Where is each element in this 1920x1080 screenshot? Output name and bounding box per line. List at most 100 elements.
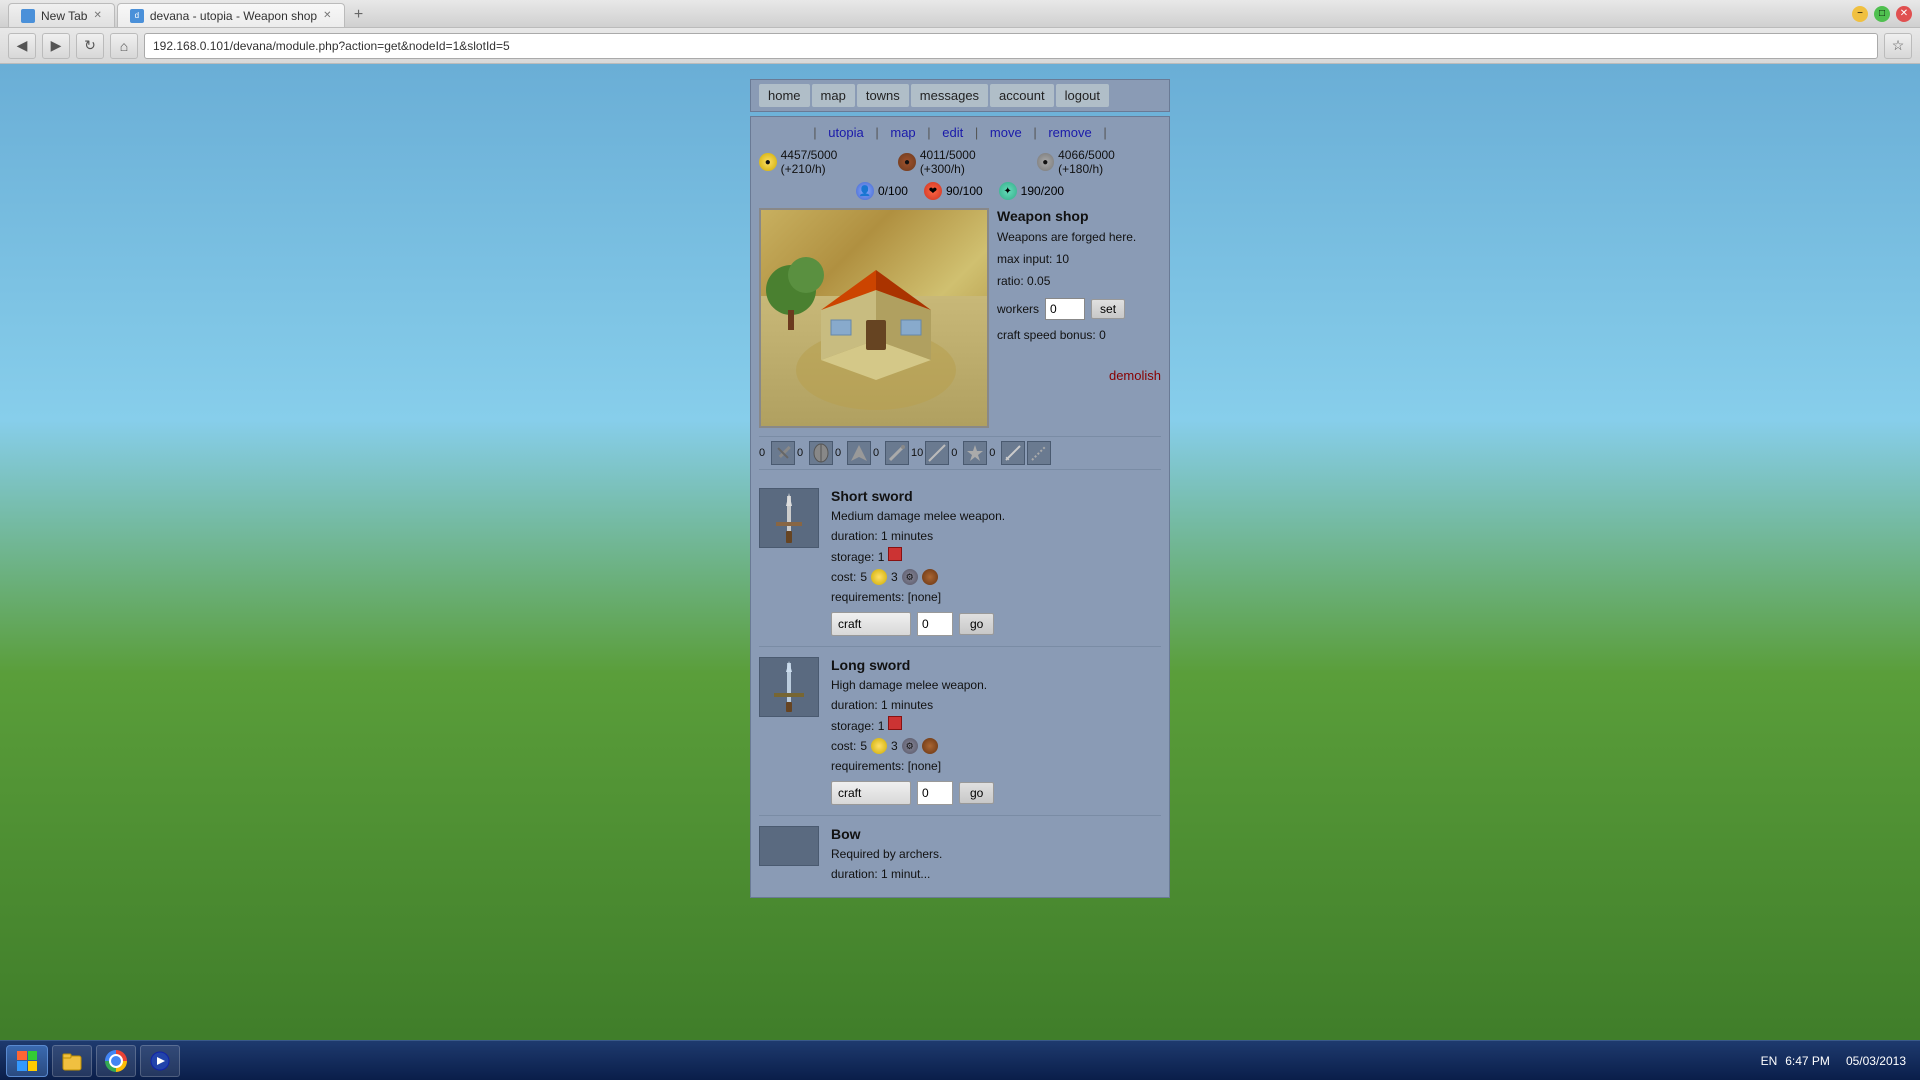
equip-count-6: 0 bbox=[989, 447, 999, 459]
short-sword-storage: storage: 1 bbox=[831, 547, 1161, 566]
taskbar-chrome[interactable] bbox=[96, 1045, 136, 1077]
nav-home[interactable]: home bbox=[759, 84, 810, 107]
address-bar[interactable] bbox=[144, 33, 1878, 59]
equip-slot-5[interactable] bbox=[963, 441, 987, 465]
link-edit[interactable]: edit bbox=[942, 125, 963, 140]
building-title: Weapon shop bbox=[997, 208, 1161, 224]
link-map[interactable]: map bbox=[890, 125, 915, 140]
gold-icon: ● bbox=[759, 153, 777, 171]
mana-stat: ✦ 190/200 bbox=[999, 182, 1064, 200]
locale-label: EN bbox=[1761, 1054, 1778, 1068]
equip-count-1: 0 bbox=[797, 447, 807, 459]
nav-map[interactable]: map bbox=[812, 84, 855, 107]
bookmark-button[interactable]: ☆ bbox=[1884, 33, 1912, 59]
sep4: | bbox=[975, 125, 978, 140]
media-icon bbox=[149, 1050, 171, 1072]
equip-slot-0[interactable] bbox=[771, 441, 795, 465]
set-button[interactable]: set bbox=[1091, 299, 1125, 319]
home-button[interactable]: ⌂ bbox=[110, 33, 138, 59]
short-sword-cost: cost: 5 3 ⚙ bbox=[831, 569, 1161, 585]
long-sword-craft-row: craft dismantle go bbox=[831, 781, 1161, 805]
long-sword-storage: storage: 1 bbox=[831, 716, 1161, 735]
weapon-icon-bow bbox=[759, 826, 819, 866]
workers-input[interactable] bbox=[1045, 298, 1085, 320]
weapon-item-short-sword: Short sword Medium damage melee weapon. … bbox=[759, 478, 1161, 647]
reload-button[interactable]: ↻ bbox=[76, 33, 104, 59]
tab-close-1[interactable]: ✕ bbox=[93, 10, 101, 21]
long-sword-craft-select[interactable]: craft dismantle bbox=[831, 781, 911, 805]
equip-slot-2[interactable] bbox=[847, 441, 871, 465]
explorer-icon bbox=[61, 1050, 83, 1072]
long-sword-go-button[interactable]: go bbox=[959, 782, 994, 804]
link-utopia[interactable]: utopia bbox=[828, 125, 863, 140]
equip-count-4: 10 bbox=[911, 447, 923, 459]
forward-button[interactable]: ▶ bbox=[42, 33, 70, 59]
game-nav: home map towns messages account logout bbox=[750, 79, 1170, 112]
taskbar-app3[interactable] bbox=[140, 1045, 180, 1077]
taskbar-date: 05/03/2013 bbox=[1846, 1054, 1906, 1068]
equip-slot-4[interactable] bbox=[925, 441, 949, 465]
chrome-icon bbox=[105, 1050, 127, 1072]
building-max-input: max input: 10 bbox=[997, 250, 1161, 268]
equip-icon-0 bbox=[773, 443, 793, 463]
short-sword-qty-input[interactable] bbox=[917, 612, 953, 636]
nav-account[interactable]: account bbox=[990, 84, 1054, 107]
long-sword-type: High damage melee weapon. bbox=[831, 676, 1161, 694]
windows-logo bbox=[17, 1051, 37, 1071]
equip-count-5: 0 bbox=[951, 447, 961, 459]
tab-new[interactable]: New Tab ✕ bbox=[8, 3, 115, 27]
close-button[interactable]: ✕ bbox=[1896, 6, 1912, 22]
main-panel: | utopia | map | edit | move | remove | bbox=[750, 116, 1170, 898]
cost-gold-0: 5 bbox=[860, 570, 867, 584]
back-button[interactable]: ◀ bbox=[8, 33, 36, 59]
tab-close-2[interactable]: ✕ bbox=[323, 10, 331, 21]
weapon-details-bow: Bow Required by archers. duration: 1 min… bbox=[831, 826, 1161, 885]
equip-icon-3 bbox=[887, 443, 907, 463]
cost-food-1: 3 bbox=[891, 739, 898, 753]
workers-label: workers bbox=[997, 302, 1039, 316]
wood-value: 4011/5000 (+300/h) bbox=[920, 148, 1022, 176]
start-button[interactable] bbox=[6, 1045, 48, 1077]
workers-row: workers set bbox=[997, 298, 1161, 320]
equip-icon-5 bbox=[965, 443, 985, 463]
short-sword-requirements: requirements: [none] bbox=[831, 588, 1161, 606]
link-remove[interactable]: remove bbox=[1048, 125, 1091, 140]
browser-tabs: New Tab ✕ d devana - utopia - Weapon sho… bbox=[8, 0, 371, 27]
tab-label-2: devana - utopia - Weapon shop bbox=[150, 9, 317, 23]
nav-logout[interactable]: logout bbox=[1056, 84, 1109, 107]
weapon-icon-long-sword bbox=[759, 657, 819, 717]
equip-count-0: 0 bbox=[759, 447, 769, 459]
building-info: Weapon shop Weapons are forged here. max… bbox=[997, 208, 1161, 428]
maximize-button[interactable]: □ bbox=[1874, 6, 1890, 22]
long-sword-qty-input[interactable] bbox=[917, 781, 953, 805]
population-stat: 👤 0/100 bbox=[856, 182, 908, 200]
equip-slot-1[interactable] bbox=[809, 441, 833, 465]
game-container: home map towns messages account logout |… bbox=[750, 79, 1170, 1080]
nav-messages[interactable]: messages bbox=[911, 84, 988, 107]
building-image bbox=[759, 208, 989, 428]
iron-cost-icon-1: ⚙ bbox=[902, 738, 918, 754]
building-description: Weapons are forged here. bbox=[997, 228, 1161, 246]
short-sword-type: Medium damage melee weapon. bbox=[831, 507, 1161, 525]
demolish-link[interactable]: demolish bbox=[997, 368, 1161, 383]
short-sword-craft-row: craft dismantle go bbox=[831, 612, 1161, 636]
long-sword-requirements: requirements: [none] bbox=[831, 757, 1161, 775]
new-tab-button[interactable]: + bbox=[347, 3, 371, 27]
short-sword-go-button[interactable]: go bbox=[959, 613, 994, 635]
long-sword-duration: duration: 1 minutes bbox=[831, 696, 1161, 714]
gold-value: 4457/5000 (+210/h) bbox=[781, 148, 884, 176]
window-controls: − □ ✕ bbox=[1852, 6, 1912, 22]
link-move[interactable]: move bbox=[990, 125, 1022, 140]
taskbar-explorer[interactable] bbox=[52, 1045, 92, 1077]
equip-slot-7[interactable] bbox=[1027, 441, 1051, 465]
storage-icon-1 bbox=[888, 716, 902, 730]
equip-slot-6[interactable] bbox=[1001, 441, 1025, 465]
taskbar-tray: EN 6:47 PM 05/03/2013 bbox=[1753, 1054, 1914, 1068]
equip-icon-2 bbox=[849, 443, 869, 463]
equip-slot-3[interactable] bbox=[885, 441, 909, 465]
short-sword-craft-select[interactable]: craft dismantle bbox=[831, 612, 911, 636]
tab-active[interactable]: d devana - utopia - Weapon shop ✕ bbox=[117, 3, 345, 27]
equip-count-3: 0 bbox=[873, 447, 883, 459]
minimize-button[interactable]: − bbox=[1852, 6, 1868, 22]
nav-towns[interactable]: towns bbox=[857, 84, 909, 107]
